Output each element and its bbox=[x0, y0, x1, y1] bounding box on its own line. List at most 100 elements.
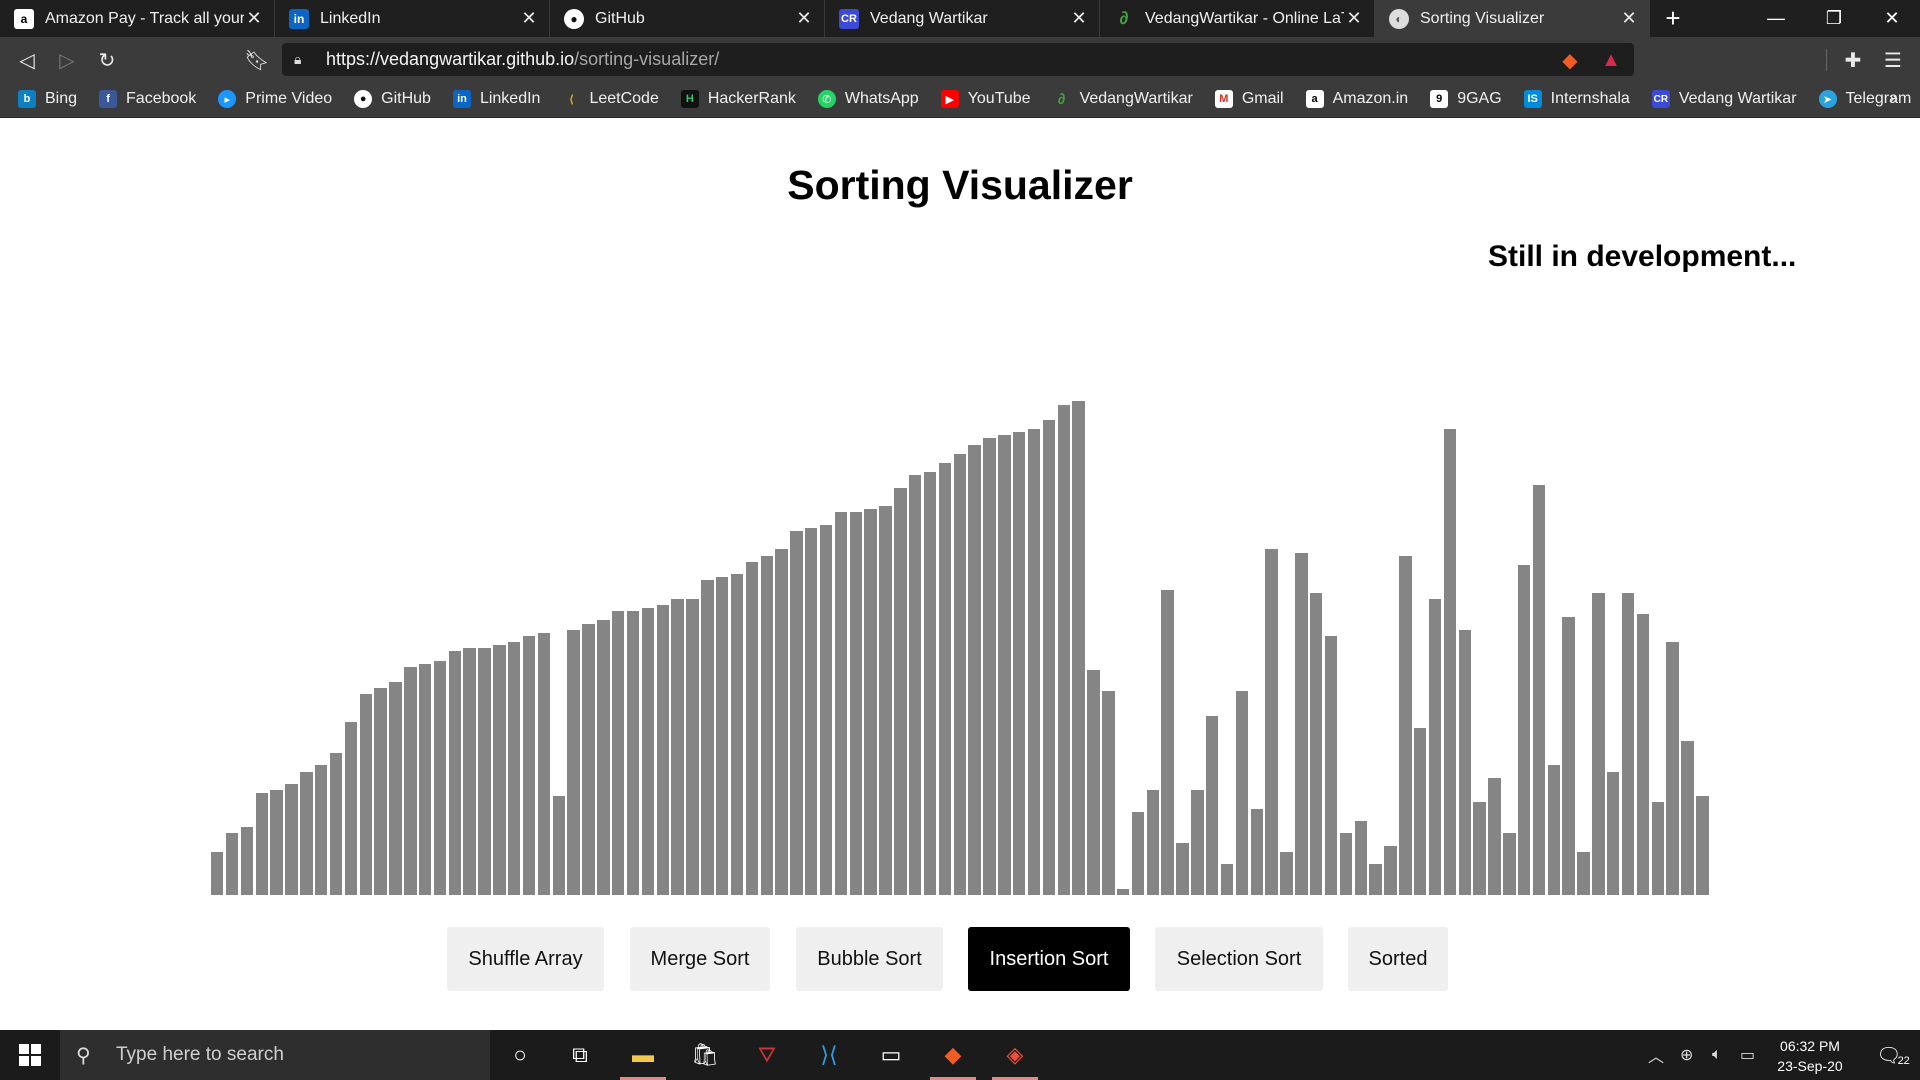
brave-shields-icon[interactable]: ◆ bbox=[1553, 43, 1587, 77]
start-button[interactable] bbox=[0, 1030, 60, 1080]
array-bar bbox=[1681, 740, 1694, 895]
bubble-sort-button[interactable]: Bubble Sort bbox=[796, 927, 943, 991]
array-bar bbox=[418, 663, 432, 895]
github-icon: ● bbox=[354, 90, 373, 108]
extensions-icon[interactable]: ✚ bbox=[1836, 43, 1870, 77]
sorted-button[interactable]: Sorted bbox=[1348, 927, 1448, 991]
window-close-icon[interactable]: ✕ bbox=[1864, 0, 1920, 37]
array-bar bbox=[1057, 404, 1070, 895]
git-icon[interactable]: ◈ bbox=[990, 1030, 1040, 1080]
task-view-icon[interactable]: ⧉ bbox=[555, 1030, 605, 1080]
brave-browser-icon[interactable]: ◆ bbox=[928, 1030, 978, 1080]
bookmark-github[interactable]: ● GitHub bbox=[354, 90, 431, 108]
array-bar bbox=[775, 549, 788, 895]
array-bar bbox=[968, 444, 981, 895]
menu-icon[interactable]: ☰ bbox=[1876, 43, 1910, 77]
vscode-icon[interactable]: ⟩⟨ bbox=[804, 1030, 854, 1080]
array-bar bbox=[597, 620, 610, 895]
array-bar bbox=[1607, 771, 1620, 895]
cortana-icon[interactable]: ○ bbox=[495, 1030, 545, 1080]
array-bar bbox=[730, 574, 744, 895]
tab-github[interactable]: ● GitHub ✕ bbox=[550, 0, 825, 37]
clock-time: 06:32 PM bbox=[1780, 1038, 1840, 1054]
new-tab-button[interactable]: + bbox=[1650, 0, 1696, 37]
globe-icon: ◐ bbox=[1389, 8, 1409, 29]
search-placeholder: Type here to search bbox=[116, 1044, 284, 1065]
bookmark-vedang-wartikar[interactable]: CR Vedang Wartikar bbox=[1651, 90, 1797, 108]
bookmarks-overflow-icon[interactable]: » bbox=[1889, 90, 1898, 108]
tab-linkedin[interactable]: in LinkedIn ✕ bbox=[275, 0, 550, 37]
store-icon[interactable]: 🛍︎ bbox=[680, 1030, 730, 1080]
bookmark-linkedin[interactable]: in LinkedIn bbox=[452, 90, 540, 108]
volume-icon[interactable]: 🔈︎ bbox=[1712, 1030, 1722, 1080]
action-center-button[interactable]: 🗨︎ 22 bbox=[1866, 1030, 1920, 1080]
close-icon[interactable]: ✕ bbox=[794, 8, 814, 29]
array-bar bbox=[567, 629, 580, 895]
tab-amazon-pay[interactable]: a Amazon Pay - Track all your payments ✕ bbox=[0, 0, 275, 37]
bookmark-internshala[interactable]: IS Internshala bbox=[1523, 90, 1630, 108]
array-bar bbox=[1310, 592, 1323, 895]
bookmark-label: YouTube bbox=[967, 90, 1031, 107]
battery-icon[interactable]: ▭ bbox=[1740, 1030, 1755, 1080]
bookmark-label: Amazon.in bbox=[1332, 90, 1409, 107]
clock[interactable]: 06:32 PM 23-Sep-20 bbox=[1760, 1036, 1860, 1076]
predator-sense-icon[interactable]: ⛛ bbox=[742, 1030, 792, 1080]
bookmark-bing[interactable]: b Bing bbox=[18, 90, 77, 108]
array-bar bbox=[1443, 429, 1457, 895]
minimize-icon[interactable]: — bbox=[1748, 0, 1804, 37]
bookmark-leetcode[interactable]: ⟨ LeetCode bbox=[562, 90, 659, 108]
insertion-sort-button[interactable]: Insertion Sort bbox=[968, 927, 1130, 991]
close-icon[interactable]: ✕ bbox=[1069, 8, 1089, 29]
bookmark-label: HackerRank bbox=[707, 90, 796, 107]
array-bar bbox=[1503, 833, 1516, 895]
bookmark-9gag[interactable]: 9 9GAG bbox=[1430, 90, 1502, 108]
brave-rewards-icon[interactable]: ▲ bbox=[1594, 43, 1628, 77]
address-bar-divider bbox=[1826, 49, 1827, 71]
bookmark-icon[interactable]: 🔖︎ bbox=[240, 43, 274, 77]
show-hidden-icons[interactable]: ︿ bbox=[1648, 1030, 1664, 1080]
taskbar-search-input[interactable]: ⚲ Type here to search bbox=[60, 1030, 490, 1080]
bookmark-amazon[interactable]: a Amazon.in bbox=[1305, 90, 1409, 108]
telegram-icon: ➤ bbox=[1818, 90, 1837, 108]
reload-icon[interactable]: ↻ bbox=[90, 43, 124, 77]
close-icon[interactable]: ✕ bbox=[1344, 8, 1364, 29]
bookmark-whatsapp[interactable]: ✆ WhatsApp bbox=[817, 90, 919, 108]
selection-sort-button[interactable]: Selection Sort bbox=[1155, 927, 1323, 991]
back-icon[interactable]: ◁ bbox=[10, 43, 44, 77]
close-icon[interactable]: ✕ bbox=[1619, 8, 1639, 29]
taskbar: ⚲ Type here to search ○ ⧉ ▬ 🛍︎ ⛛ ⟩⟨ ▭ ◆ … bbox=[0, 1030, 1920, 1080]
hackerrank-icon: H bbox=[680, 90, 699, 108]
array-bar bbox=[1235, 691, 1249, 895]
array-bar bbox=[849, 512, 863, 895]
restore-icon[interactable]: ❐ bbox=[1806, 0, 1862, 37]
language-icon[interactable]: ⊕ bbox=[1680, 1030, 1693, 1080]
close-icon[interactable]: ✕ bbox=[244, 8, 264, 29]
page-title: Sorting Visualizer bbox=[787, 162, 1133, 208]
merge-sort-button[interactable]: Merge Sort bbox=[630, 927, 770, 991]
development-notice: Still in development... bbox=[1488, 240, 1797, 273]
bookmark-gmail[interactable]: M Gmail bbox=[1214, 90, 1284, 108]
array-bar bbox=[1161, 589, 1174, 895]
array-bar bbox=[805, 527, 818, 895]
array-bar bbox=[909, 475, 922, 895]
bookmark-youtube[interactable]: ▶ YouTube bbox=[940, 90, 1031, 108]
tab-sorting-visualizer[interactable]: ◐ Sorting Visualizer ✕ bbox=[1375, 0, 1650, 37]
terminal-icon[interactable]: ▭ bbox=[866, 1030, 916, 1080]
array-bar bbox=[552, 796, 566, 895]
file-explorer-icon[interactable]: ▬ bbox=[618, 1030, 668, 1080]
array-bar bbox=[359, 694, 372, 895]
close-icon[interactable]: ✕ bbox=[519, 8, 539, 29]
array-bar bbox=[1250, 808, 1264, 895]
bookmark-facebook[interactable]: f Facebook bbox=[99, 90, 196, 108]
array-bar bbox=[448, 651, 462, 895]
address-bar[interactable]: 🔒︎ https://vedangwartikar.github.io/sort… bbox=[282, 43, 1827, 76]
bookmark-hackerrank[interactable]: H HackerRank bbox=[680, 90, 796, 108]
bookmark-prime-video[interactable]: ▸ Prime Video bbox=[218, 90, 332, 108]
page-content: Sorting Visualizer Still in development.… bbox=[0, 118, 1920, 1030]
bookmark-overleaf[interactable]: ∂ VedangWartikar bbox=[1053, 90, 1193, 108]
forward-icon[interactable]: ▷ bbox=[50, 43, 84, 77]
tab-overleaf[interactable]: ∂ VedangWartikar - Online LaTeX ✕ bbox=[1100, 0, 1375, 37]
controls: Shuffle Array Merge Sort Bubble Sort Ins… bbox=[0, 927, 1920, 991]
shuffle-array-button[interactable]: Shuffle Array bbox=[447, 927, 604, 991]
tab-vedang-wartikar[interactable]: CR Vedang Wartikar ✕ bbox=[825, 0, 1100, 37]
